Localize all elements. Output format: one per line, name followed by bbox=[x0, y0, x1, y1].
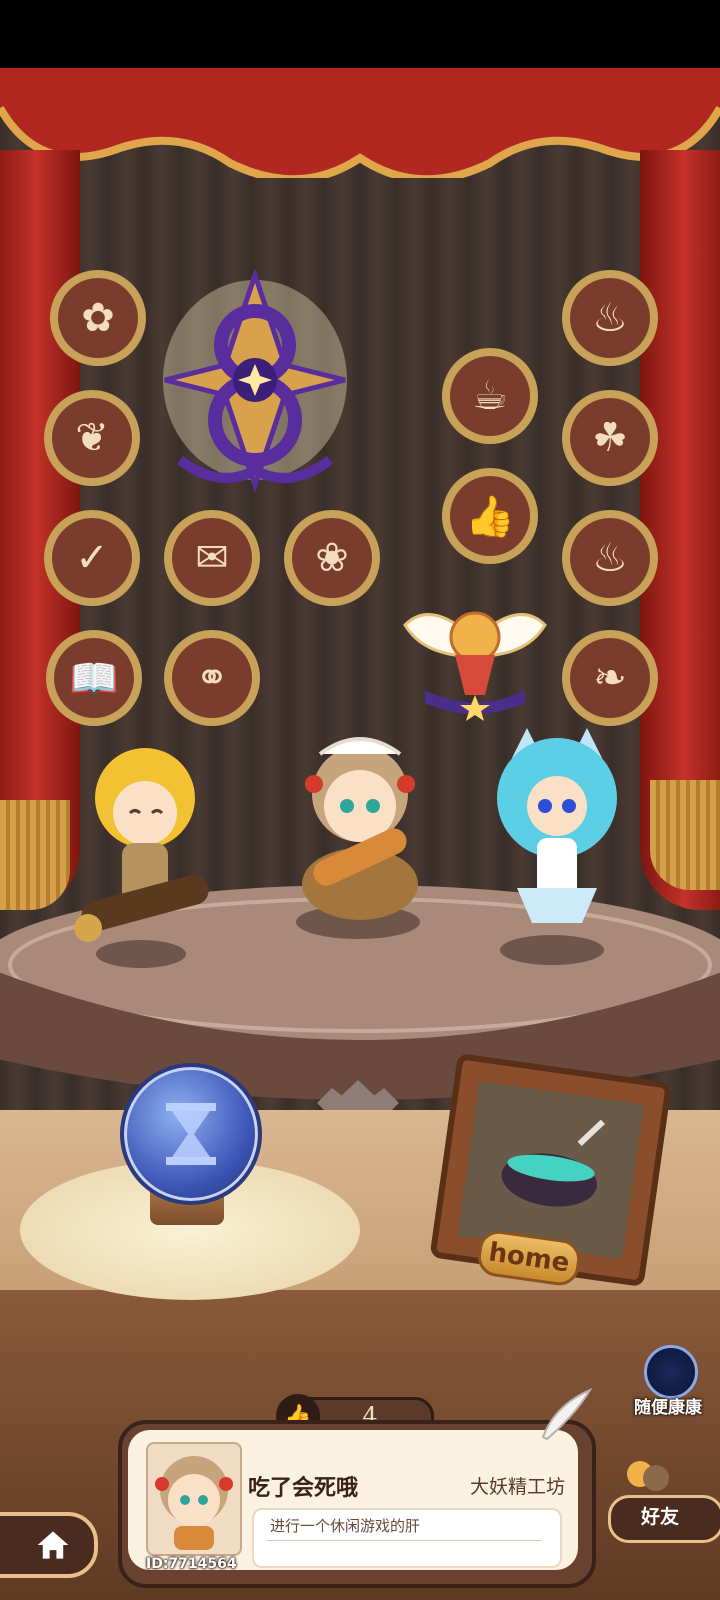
friends-label: 好友 bbox=[640, 1506, 679, 1528]
status-bar bbox=[0, 0, 720, 68]
friends-button[interactable]: 好友 bbox=[608, 1450, 720, 1600]
fairy-silhouette-icon: ✿ bbox=[81, 295, 115, 341]
achievement-badge[interactable]: ♨ bbox=[560, 508, 660, 608]
achievement-badge[interactable]: ✓ bbox=[42, 508, 142, 608]
thumb-up-icon: 👍 bbox=[465, 493, 515, 540]
bouquet-icon: ❦ bbox=[75, 415, 109, 461]
hourglass-orb[interactable] bbox=[120, 1063, 262, 1205]
character-shadow bbox=[500, 935, 604, 965]
scroll-ribbon-icon: ✉ bbox=[195, 535, 229, 581]
home-button[interactable] bbox=[0, 1512, 98, 1578]
house-icon bbox=[37, 1531, 69, 1559]
sprout-icon: ❀ bbox=[315, 535, 349, 581]
character-telescope-kid[interactable] bbox=[70, 738, 220, 948]
book-icon: 📖 bbox=[69, 655, 119, 702]
character-ice-fairy[interactable] bbox=[482, 718, 632, 938]
achievement-badge[interactable]: ♨ bbox=[560, 268, 660, 368]
achievement-badge[interactable]: ☕ bbox=[440, 346, 540, 446]
curtain-fringe-right bbox=[650, 780, 720, 890]
game-screen: ✿ ♨ ❦ ☕ ☘ ✓ ✉ ❀ 👍 ♨ 📖 ⚭ ❧ home 👍 4 ID:77… bbox=[0, 0, 720, 1600]
friends-icon bbox=[627, 1461, 669, 1491]
achievement-badge[interactable]: ☘ bbox=[560, 388, 660, 488]
cauldron-stir-icon: ♨ bbox=[592, 535, 628, 581]
curtain-valance bbox=[0, 68, 720, 178]
cauldron-icon: ♨ bbox=[592, 295, 628, 341]
player-id: ID:7714564 bbox=[146, 1556, 237, 1572]
pair-silhouette-icon: ⚭ bbox=[195, 655, 229, 701]
mug-icon: ☕ bbox=[472, 373, 508, 419]
player-signature: 进行一个休闲游戏的肝 bbox=[270, 1517, 421, 1535]
random-visit-button[interactable]: 随便康康 bbox=[620, 1345, 710, 1425]
achievement-badge[interactable]: ❧ bbox=[560, 628, 660, 728]
achievement-badge[interactable]: ⚭ bbox=[162, 628, 262, 728]
quill-icon bbox=[541, 1387, 593, 1441]
avatar[interactable] bbox=[146, 1442, 242, 1556]
wind-leaf-icon: ❧ bbox=[593, 655, 627, 701]
random-visit-label: 随便康康 bbox=[634, 1398, 702, 1418]
guild-name[interactable]: 大妖精工坊 bbox=[470, 1472, 565, 1499]
featured-star-badge[interactable] bbox=[160, 270, 350, 500]
hourglass-icon bbox=[166, 1103, 216, 1165]
player-name: 吃了会死哦 bbox=[248, 1476, 359, 1501]
achievement-badge[interactable]: ✿ bbox=[48, 268, 148, 368]
achievement-badge[interactable]: 👍 bbox=[440, 466, 540, 566]
scroll-check-icon: ✓ bbox=[75, 535, 109, 581]
achievement-badge[interactable]: ❀ bbox=[282, 508, 382, 608]
achievement-badge[interactable]: 📖 bbox=[44, 628, 144, 728]
portal-icon bbox=[644, 1345, 698, 1399]
character-maid-bread[interactable] bbox=[290, 724, 430, 924]
hand-plant-icon: ☘ bbox=[592, 415, 628, 461]
winged-trophy-badge[interactable] bbox=[400, 595, 550, 725]
signature-divider bbox=[266, 1540, 542, 1541]
achievement-badge[interactable]: ❦ bbox=[42, 388, 142, 488]
achievement-badge[interactable]: ✉ bbox=[162, 508, 262, 608]
